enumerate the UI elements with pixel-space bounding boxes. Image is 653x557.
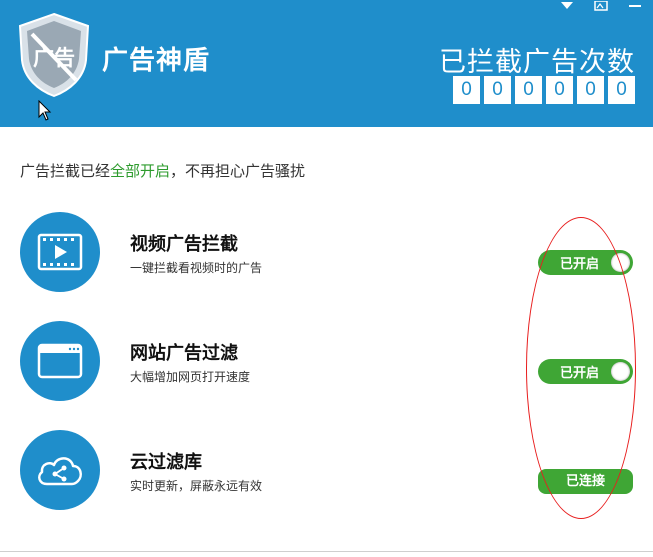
status-highlight: 全部开启 [110, 162, 171, 180]
status-prefix: 广告拦截已经 [20, 162, 111, 180]
browser-window-icon [20, 321, 100, 401]
bottom-divider [0, 551, 653, 552]
video-ad-block-toggle[interactable]: 已开启 [538, 250, 633, 275]
toggle-label: 已开启 [560, 257, 600, 272]
toggle-knob [611, 362, 630, 381]
feature-video-ad-block: 视频广告拦截 一键拦截看视频时的广告 已开启 [20, 212, 633, 292]
window-controls [555, 0, 653, 12]
web-ad-filter-toggle[interactable]: 已开启 [538, 359, 633, 384]
count-digit: 0 [515, 76, 542, 104]
blocked-count-digits: 0 0 0 0 0 0 [453, 76, 635, 104]
feature-title: 网站广告过滤 [130, 343, 238, 364]
feature-description: 一键拦截看视频时的广告 [130, 261, 263, 275]
count-digit: 0 [484, 76, 511, 104]
video-icon [20, 212, 100, 292]
cloud-share-icon [20, 430, 100, 510]
mouse-cursor-icon [38, 100, 52, 121]
count-digit: 0 [608, 76, 635, 104]
feature-web-ad-filter: 网站广告过滤 大幅增加网页打开速度 已开启 [20, 321, 633, 401]
app-title: 广告神盾 [102, 46, 211, 76]
feature-description: 大幅增加网页打开速度 [130, 370, 251, 384]
toggle-label: 已开启 [560, 366, 600, 381]
minimize-icon[interactable] [623, 0, 647, 12]
feature-cloud-filter-library: 云过滤库 实时更新，屏蔽永远有效 已连接 [20, 430, 633, 510]
blocked-count-label: 已拦截广告次数 [439, 47, 635, 78]
feature-title: 视频广告拦截 [130, 234, 238, 255]
skin-icon[interactable] [589, 0, 613, 12]
feature-description: 实时更新，屏蔽永远有效 [130, 479, 263, 493]
count-digit: 0 [577, 76, 604, 104]
count-digit: 0 [546, 76, 573, 104]
count-digit: 0 [453, 76, 480, 104]
chevron-down-icon[interactable] [555, 0, 579, 12]
app-header: 广告 广告神盾 已拦截广告次数 0 0 0 0 0 0 [0, 0, 653, 127]
shield-logo-icon: 广告 [18, 12, 90, 98]
cloud-connected-button[interactable]: 已连接 [538, 469, 633, 494]
toggle-knob [611, 253, 630, 272]
status-suffix: ，不再担心广告骚扰 [170, 162, 306, 180]
feature-title: 云过滤库 [130, 452, 202, 473]
status-message: 广告拦截已经全部开启，不再担心广告骚扰 [20, 160, 305, 181]
